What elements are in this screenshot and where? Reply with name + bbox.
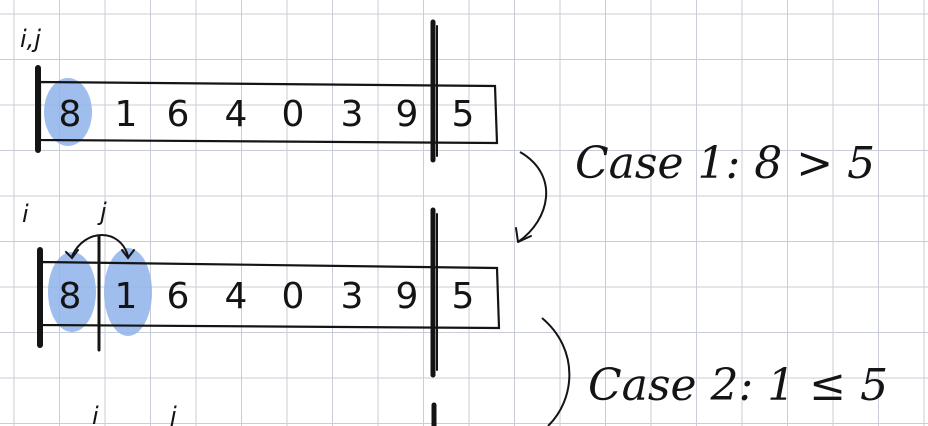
array-cells: 81640395 [59, 276, 475, 317]
array-cell-value: 5 [452, 276, 475, 317]
array-cell-value: 3 [341, 94, 364, 135]
array-cell-value: 4 [225, 276, 248, 317]
array-box [38, 80, 499, 145]
array-cell-value: 0 [282, 276, 305, 317]
array-cell-value: 9 [396, 94, 419, 135]
transition-arrow [517, 151, 547, 243]
whiteboard-canvas: i,j 81640395 Case 1: 8 > 5 i j 81640395 … [0, 0, 928, 426]
array-cell-value: 8 [59, 276, 82, 317]
pointer-label-ij: i,j [20, 25, 41, 53]
arrow-head [515, 227, 532, 243]
array-row-1: i,j 81640395 [20, 19, 499, 163]
pointer-label-i: i [22, 200, 29, 228]
array-cell-value: 1 [115, 94, 138, 135]
array-cell-value: 6 [167, 276, 190, 317]
array-cell-value: 1 [115, 276, 138, 317]
case-2-bracket [541, 317, 571, 426]
bottom-label-j: j [167, 402, 177, 426]
pointer-label-j: j [97, 198, 107, 226]
array-cell-value: 6 [167, 94, 190, 135]
case-1-text: Case 1: 8 > 5 [575, 138, 875, 189]
array-cells: 81640395 [59, 94, 475, 135]
array-cell-value: 5 [452, 94, 475, 135]
array-cell-value: 0 [282, 94, 305, 135]
bottom-label-i: i [92, 402, 99, 426]
case-2-text: Case 2: 1 ≤ 5 [588, 360, 888, 411]
array-cell-value: 8 [59, 94, 82, 135]
array-cell-value: 4 [225, 94, 248, 135]
array-cell-value: 3 [341, 276, 364, 317]
diagram-svg: i,j 81640395 Case 1: 8 > 5 i j 81640395 … [0, 0, 928, 426]
array-cell-value: 9 [396, 276, 419, 317]
